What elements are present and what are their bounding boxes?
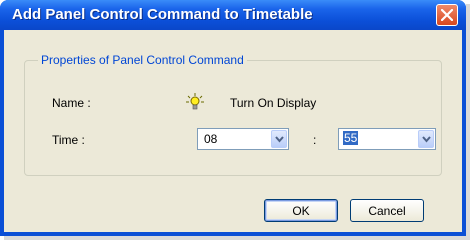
ok-button[interactable]: OK xyxy=(264,199,338,222)
minute-select[interactable]: 55 xyxy=(338,128,436,150)
hour-dropdown-arrow[interactable] xyxy=(271,130,287,148)
close-icon xyxy=(441,9,453,21)
minute-value: 55 xyxy=(343,131,359,145)
group-legend: Properties of Panel Control Command xyxy=(38,53,247,67)
cancel-button[interactable]: Cancel xyxy=(350,199,424,222)
chevron-down-icon xyxy=(422,136,431,143)
properties-group xyxy=(24,60,442,176)
command-name-value: Turn On Display xyxy=(230,96,317,110)
close-button[interactable] xyxy=(436,4,458,26)
lightbulb-icon xyxy=(186,93,204,110)
window-shadow-right xyxy=(466,4,470,240)
chevron-down-icon xyxy=(275,136,284,143)
dialog-title: Add Panel Control Command to Timetable xyxy=(12,6,313,23)
name-label: Name : xyxy=(52,96,91,110)
time-label: Time : xyxy=(52,133,85,147)
time-separator: : xyxy=(313,133,317,147)
hour-select[interactable]: 08 xyxy=(197,128,289,150)
hour-value: 08 xyxy=(204,132,218,146)
title-bar[interactable]: Add Panel Control Command to Timetable xyxy=(0,0,466,30)
window-shadow-bottom xyxy=(4,236,470,240)
minute-dropdown-arrow[interactable] xyxy=(418,130,434,148)
